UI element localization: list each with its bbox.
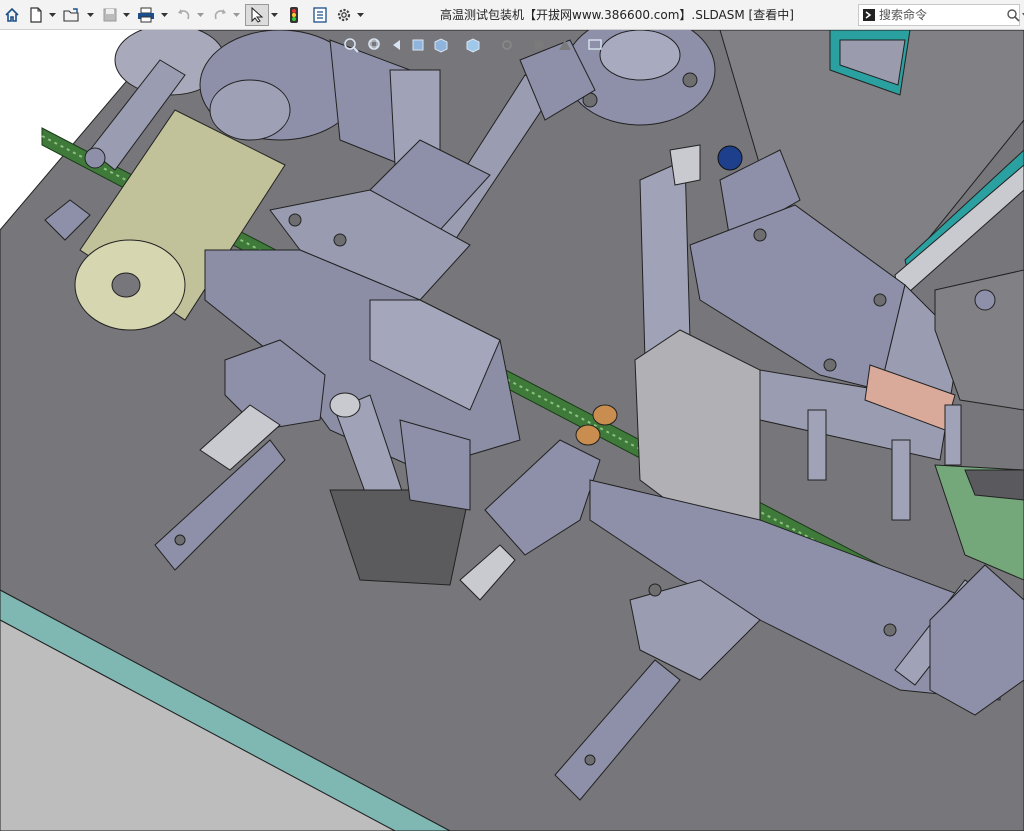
zoom-area-icon[interactable] xyxy=(366,36,386,58)
view-settings-icon[interactable] xyxy=(586,36,606,58)
open-file-icon[interactable] xyxy=(62,4,82,26)
home-icon[interactable] xyxy=(2,4,22,26)
bolt-hole xyxy=(648,583,662,597)
solidworks-logo-icon xyxy=(863,9,875,21)
cylinder-clevis xyxy=(329,392,361,418)
print-dropdown-chevron-icon[interactable] xyxy=(160,4,169,26)
bearing-housing xyxy=(209,79,291,141)
new-document-icon[interactable] xyxy=(26,4,46,26)
cad-assembly-model[interactable] xyxy=(0,30,1024,831)
bolt-hole xyxy=(288,213,302,227)
slide-fitting xyxy=(669,144,701,186)
hide-show-icon[interactable] xyxy=(498,36,518,58)
bolt-hole xyxy=(883,623,897,637)
graphics-area[interactable] xyxy=(0,30,1024,831)
undo-icon[interactable] xyxy=(174,4,194,26)
bolt-hole xyxy=(174,534,186,546)
previous-view-icon[interactable] xyxy=(390,36,410,58)
redo-dropdown-chevron-icon[interactable] xyxy=(232,4,241,26)
search-box[interactable] xyxy=(858,4,1024,26)
window-title: 高温测试包装机【开拔网www.386600.com】.SLDASM [查看中] xyxy=(440,8,794,22)
shaft-end xyxy=(84,147,106,169)
save-icon[interactable] xyxy=(100,4,120,26)
orange-bushing xyxy=(592,404,618,426)
vertical-slide xyxy=(639,159,691,361)
search-input[interactable] xyxy=(879,8,989,22)
zoom-to-fit-icon[interactable] xyxy=(342,36,362,58)
mount-boss xyxy=(599,30,681,81)
vertical-post xyxy=(807,409,827,481)
vertical-post xyxy=(891,439,911,521)
bolt-hole xyxy=(333,233,347,247)
title-bar: 高温测试包装机【开拔网www.386600.com】.SLDASM [查看中] xyxy=(0,0,1024,30)
new-dropdown-chevron-icon[interactable] xyxy=(48,4,57,26)
roller-bore xyxy=(111,272,141,298)
orange-bushing xyxy=(575,424,601,446)
display-style-icon[interactable] xyxy=(464,36,484,58)
view-orientation-icon[interactable] xyxy=(432,36,452,58)
bolt-hole xyxy=(584,754,596,766)
apply-scene-icon[interactable] xyxy=(556,36,576,58)
select-cursor-icon[interactable] xyxy=(245,4,269,26)
open-dropdown-chevron-icon[interactable] xyxy=(86,4,95,26)
gear-icon[interactable] xyxy=(334,4,354,26)
undo-dropdown-chevron-icon[interactable] xyxy=(196,4,205,26)
print-icon[interactable] xyxy=(136,4,156,26)
select-dropdown-chevron-icon[interactable] xyxy=(270,4,279,26)
section-view-icon[interactable] xyxy=(410,36,430,58)
edit-appearance-icon[interactable] xyxy=(530,36,550,58)
blue-knob xyxy=(717,145,743,171)
traffic-light-icon[interactable] xyxy=(284,4,304,26)
vertical-post xyxy=(944,404,962,466)
file-properties-icon[interactable] xyxy=(310,4,330,26)
save-dropdown-chevron-icon[interactable] xyxy=(122,4,131,26)
mechanism-bolt xyxy=(974,289,996,311)
mount-bolt xyxy=(682,72,698,88)
redo-icon[interactable] xyxy=(210,4,230,26)
bolt-hole xyxy=(823,358,837,372)
bolt-hole xyxy=(753,228,767,242)
bolt-hole xyxy=(873,293,887,307)
search-icon[interactable] xyxy=(1007,8,1020,22)
options-dropdown-chevron-icon[interactable] xyxy=(356,4,365,26)
